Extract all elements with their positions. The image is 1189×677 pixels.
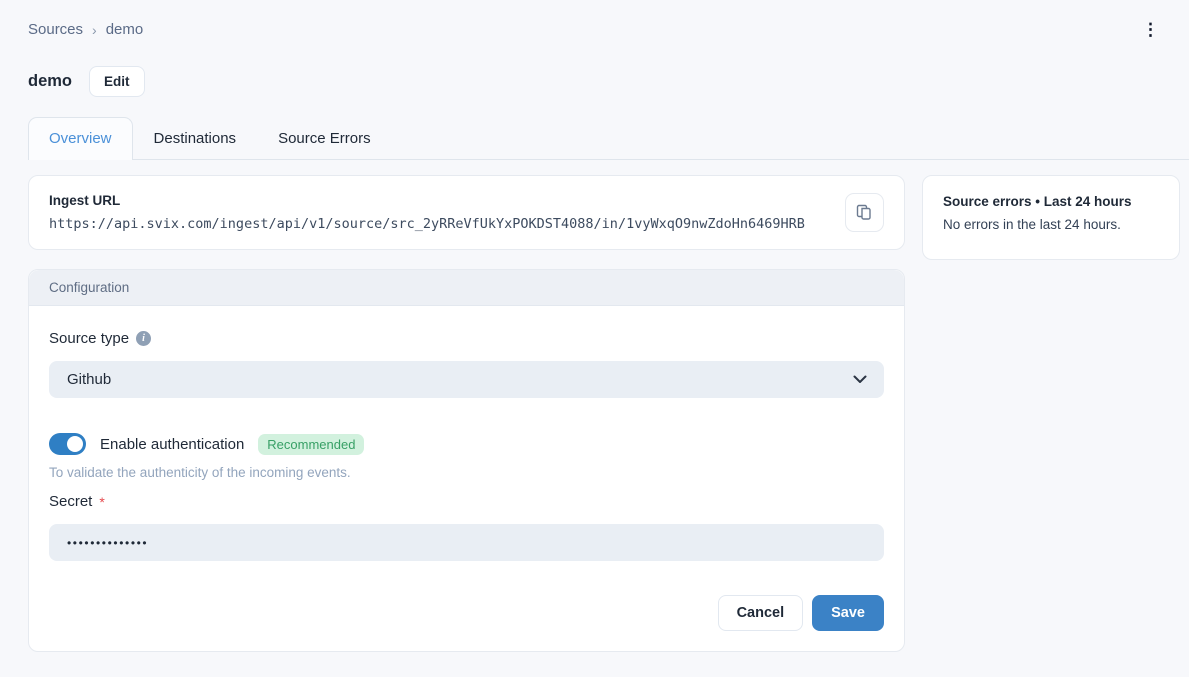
configuration-card-body: Source type i Github Enable authentic (29, 306, 904, 651)
source-type-label-row: Source type i (49, 330, 884, 347)
topbar: Sources › demo ⋮ (0, 0, 1189, 40)
configuration-card-header: Configuration (29, 270, 904, 306)
save-button[interactable]: Save (812, 595, 884, 631)
tab-destinations[interactable]: Destinations (133, 117, 258, 159)
source-errors-title: Source errors • Last 24 hours (943, 194, 1159, 209)
toggle-knob (67, 436, 83, 452)
breadcrumb-separator-icon: › (92, 22, 97, 38)
secret-input[interactable]: •••••••••••••• (49, 524, 884, 561)
ingest-url-card: Ingest URL https://api.svix.com/ingest/a… (28, 175, 905, 250)
source-detail-page: Sources › demo ⋮ demo Edit Overview Dest… (0, 0, 1189, 652)
source-errors-body: No errors in the last 24 hours. (943, 217, 1159, 232)
enable-auth-row: Enable authentication Recommended (49, 433, 884, 455)
required-asterisk: * (99, 494, 104, 510)
recommended-badge: Recommended (258, 434, 364, 455)
breadcrumb-current: demo (106, 21, 144, 38)
tab-bar: Overview Destinations Source Errors (28, 117, 1189, 160)
tab-overview[interactable]: Overview (28, 117, 133, 160)
auth-helper-text: To validate the authenticity of the inco… (49, 465, 884, 480)
source-errors-card: Source errors • Last 24 hours No errors … (922, 175, 1180, 260)
info-icon[interactable]: i (136, 331, 151, 346)
side-column: Source errors • Last 24 hours No errors … (922, 175, 1180, 260)
copy-icon (856, 204, 873, 221)
source-type-selected-value: Github (67, 371, 111, 388)
ingest-url-block: Ingest URL https://api.svix.com/ingest/a… (49, 193, 805, 232)
cancel-button[interactable]: Cancel (718, 595, 804, 631)
ingest-url-value: https://api.svix.com/ingest/api/v1/sourc… (49, 216, 805, 232)
kebab-menu-button[interactable]: ⋮ (1136, 19, 1165, 40)
breadcrumb-sources-link[interactable]: Sources (28, 21, 83, 38)
configuration-card: Configuration Source type i Github (28, 269, 905, 652)
tab-source-errors[interactable]: Source Errors (257, 117, 392, 159)
kebab-menu-icon: ⋮ (1142, 20, 1159, 39)
enable-auth-label: Enable authentication (100, 436, 244, 453)
page-title: demo (28, 72, 72, 91)
form-actions: Cancel Save (49, 595, 884, 631)
title-row: demo Edit (0, 66, 1189, 97)
edit-button[interactable]: Edit (89, 66, 145, 97)
ingest-url-label: Ingest URL (49, 193, 805, 208)
source-type-label: Source type (49, 330, 129, 347)
secret-label-row: Secret * (49, 493, 884, 510)
enable-auth-toggle[interactable] (49, 433, 86, 455)
main-column: Ingest URL https://api.svix.com/ingest/a… (28, 175, 905, 652)
breadcrumb: Sources › demo (28, 21, 143, 38)
chevron-down-icon (853, 375, 867, 384)
content-area: Ingest URL https://api.svix.com/ingest/a… (0, 160, 1189, 652)
source-type-select[interactable]: Github (49, 361, 884, 398)
secret-label: Secret (49, 493, 92, 510)
copy-url-button[interactable] (845, 193, 884, 232)
